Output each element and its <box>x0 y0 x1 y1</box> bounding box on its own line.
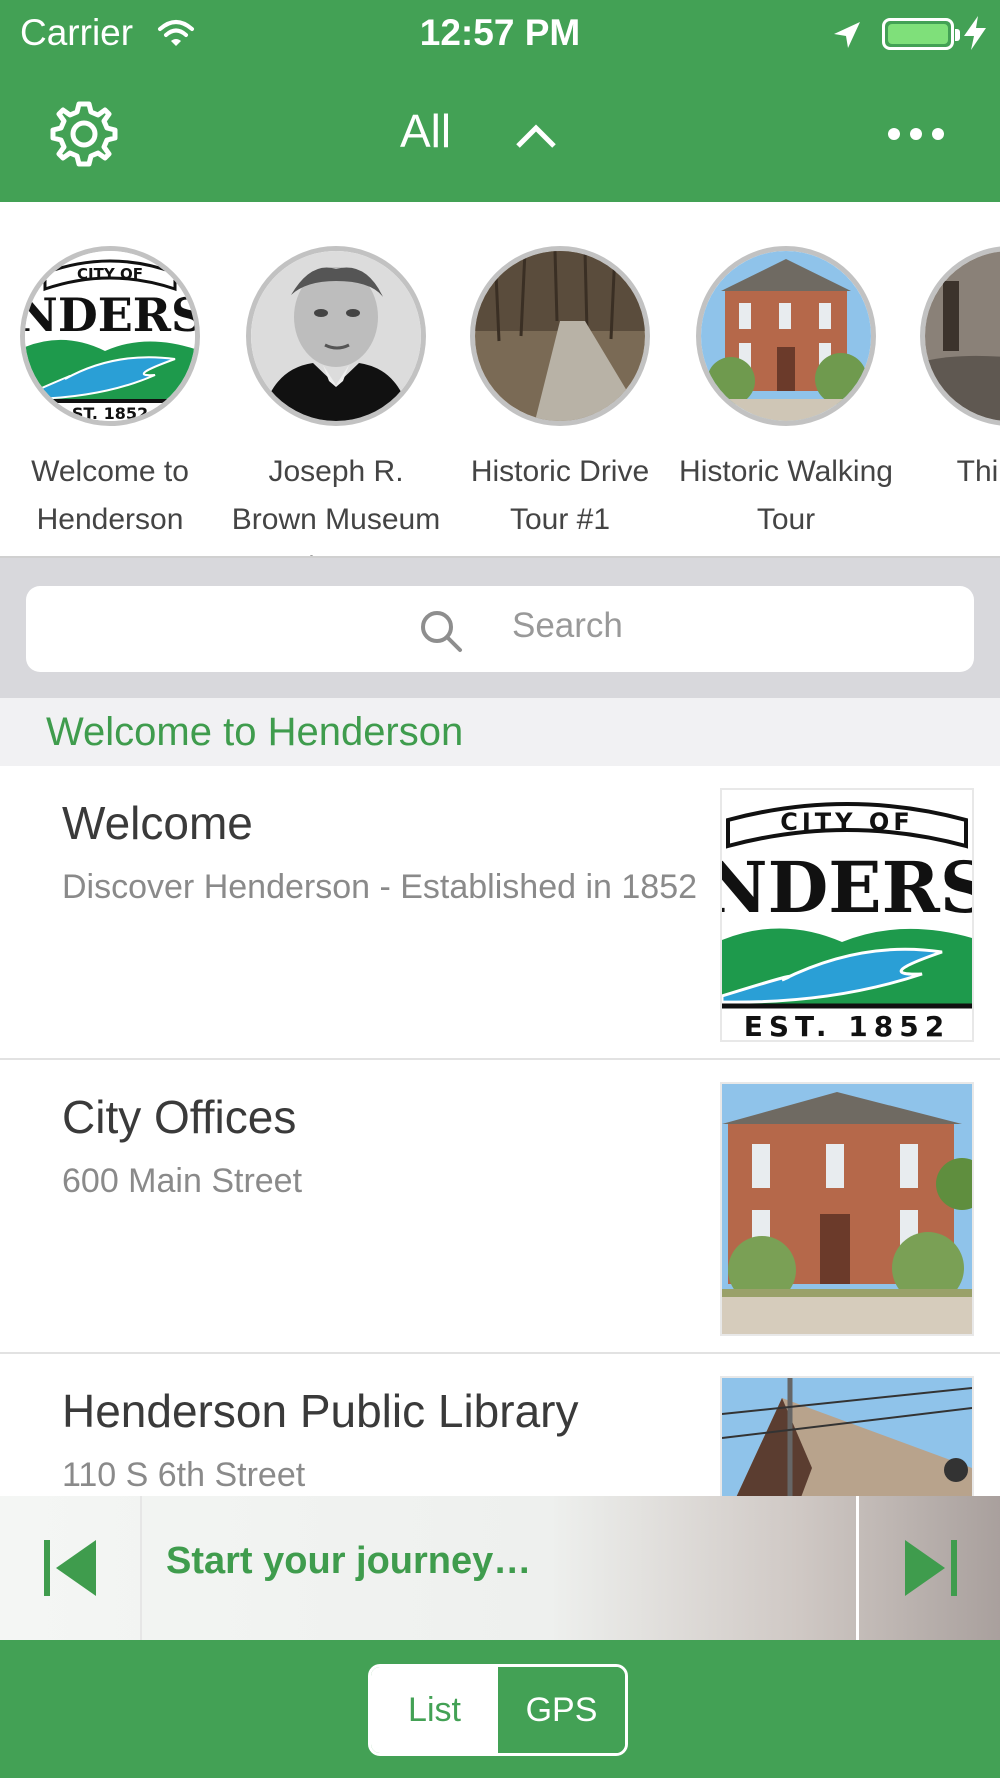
list-item-subtitle: 600 Main Street <box>62 1162 303 1200</box>
carousel-item[interactable]: Things t <box>900 246 1000 496</box>
road-photo-thumbnail <box>470 246 650 426</box>
logo-text-est: EST. 1852 <box>744 1010 950 1040</box>
carousel-item[interactable]: CITY OF NDERS ST. 1852 Welcome to Hender… <box>0 246 220 544</box>
list-item-title: Welcome <box>62 797 253 849</box>
list-item-subtitle: Discover Henderson - Established in 1852 <box>62 868 698 906</box>
carousel-item-label: Joseph R. Brown Museum / MN <box>231 455 441 556</box>
tour-carousel[interactable]: CITY OF NDERS ST. 1852 Welcome to Hender… <box>0 202 1000 558</box>
location-arrow-icon <box>834 22 860 48</box>
skip-next-icon <box>905 1540 957 1596</box>
carousel-item[interactable]: Joseph R. Brown Museum / MN <box>226 246 446 556</box>
view-mode-segmented-control[interactable]: List GPS <box>368 1664 628 1756</box>
list-item-title: City Offices <box>62 1091 297 1143</box>
portrait-thumbnail <box>246 246 426 426</box>
list-item-subtitle: 110 S 6th Street <box>62 1456 306 1494</box>
list-segment[interactable]: List <box>371 1667 498 1753</box>
filter-selector[interactable]: All <box>0 100 1000 170</box>
logo-text-name: NDERS <box>722 846 972 929</box>
list-item[interactable]: City Offices 600 Main Street <box>0 1060 1000 1354</box>
chevron-up-icon <box>516 124 556 148</box>
carousel-item-label: Historic Walking Tour <box>679 455 893 536</box>
page-title: All <box>400 105 452 157</box>
bottom-toolbar: List GPS <box>0 1640 1000 1778</box>
list-item[interactable]: Welcome Discover Henderson - Established… <box>0 766 1000 1060</box>
battery-icon <box>882 18 960 50</box>
logo-text-est: ST. 1852 <box>72 404 148 421</box>
more-icon[interactable] <box>886 122 946 146</box>
city-logo-thumbnail: CITY OF NDERS ST. 1852 <box>20 246 200 426</box>
top-bar: Carrier 12:57 PM All <box>0 0 1000 202</box>
river-photo-thumbnail <box>920 246 1000 426</box>
status-bar: Carrier 12:57 PM <box>0 0 1000 66</box>
search-placeholder: Search <box>512 606 623 645</box>
logo-text-name: NDERS <box>25 288 195 342</box>
search-band: Search <box>0 558 1000 698</box>
list-item-title: Henderson Public Library <box>62 1385 579 1437</box>
carousel-item-label: Welcome to Henderson <box>31 455 189 536</box>
previous-button[interactable] <box>0 1496 142 1640</box>
carousel-item-label: Things t <box>956 455 1000 488</box>
section-header: Welcome to Henderson <box>0 698 1000 766</box>
gps-segment[interactable]: GPS <box>498 1667 625 1753</box>
charging-bolt-icon <box>964 16 986 50</box>
city-logo-image: CITY OF NDERS EST. 1852 <box>720 788 974 1042</box>
search-icon <box>421 611 462 652</box>
search-input[interactable]: Search <box>26 586 974 672</box>
building-photo-thumbnail <box>696 246 876 426</box>
logo-text-city-of: CITY OF <box>780 808 913 836</box>
carousel-item-label: Historic Drive Tour #1 <box>470 455 650 536</box>
carousel-item[interactable]: Historic Drive Tour #1 <box>450 246 670 544</box>
section-title: Welcome to Henderson <box>46 710 464 754</box>
city-offices-image <box>720 1082 974 1336</box>
player-status-label[interactable]: Start your journey… <box>166 1540 531 1583</box>
audio-player-bar: Start your journey… <box>0 1496 1000 1640</box>
next-button[interactable] <box>856 1496 1000 1640</box>
carousel-item[interactable]: Historic Walking Tour <box>676 246 896 544</box>
logo-text-city-of: CITY OF <box>77 265 143 283</box>
skip-previous-icon <box>44 1540 96 1596</box>
